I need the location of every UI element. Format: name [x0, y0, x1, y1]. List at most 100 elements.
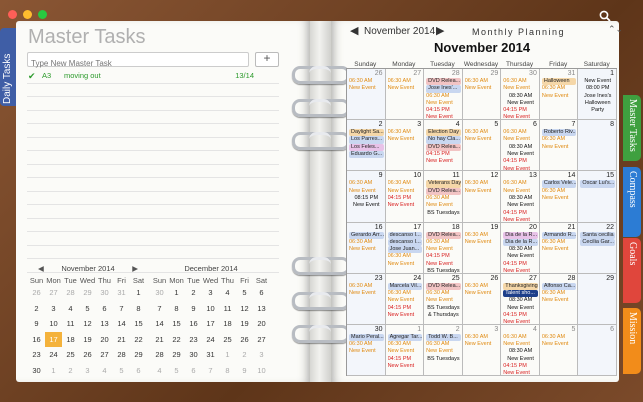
mini-day[interactable]: 26	[28, 285, 45, 301]
mini-day[interactable]: 7	[113, 301, 130, 317]
mini-day[interactable]: 1	[219, 347, 236, 363]
task-line[interactable]	[27, 84, 279, 97]
view-stepper-icon[interactable]: ⌃⌄	[608, 24, 623, 35]
mini-day[interactable]: 4	[151, 363, 168, 379]
day-cell[interactable]: 6	[578, 324, 617, 376]
task-line[interactable]	[27, 246, 279, 259]
event-chip[interactable]: Jose Ines'...	[426, 85, 461, 93]
mini-day[interactable]: 5	[236, 285, 253, 301]
mini-day[interactable]: 10	[202, 301, 219, 317]
event-entry[interactable]: 06:30 AM	[542, 239, 577, 246]
mini-day[interactable]: 27	[45, 285, 62, 301]
event-chip[interactable]: descanso I...	[387, 238, 423, 247]
mini-day[interactable]: 11	[219, 301, 236, 317]
tab-goals[interactable]: Goals	[623, 238, 641, 303]
mini-day[interactable]: 9	[28, 316, 45, 332]
event-entry[interactable]: 08:30 AM	[503, 297, 538, 304]
event-chip[interactable]: Gerardo Arr...	[349, 231, 384, 239]
mini-day[interactable]: 16	[185, 316, 202, 332]
event-entry[interactable]: New Event	[542, 297, 577, 304]
event-chip[interactable]: Daylight Sa...	[349, 129, 384, 137]
event-chip[interactable]: No hay Cla...	[426, 136, 461, 144]
event-entry[interactable]: 06:30 AM	[426, 341, 461, 348]
event-entry[interactable]: New Event	[465, 341, 500, 348]
event-entry[interactable]: New Event	[465, 290, 500, 297]
day-cell[interactable]: 19 06:30 AM New Event	[462, 222, 502, 274]
day-cell[interactable]: 27 Thanksgiving Talent sho... 08:30 AM New E…	[501, 273, 540, 325]
event-entry[interactable]: BS Tuesdays	[426, 305, 461, 312]
tab-mission[interactable]: Mission	[623, 308, 641, 374]
mini-day[interactable]: 2	[62, 363, 79, 379]
mini-day[interactable]: 8	[219, 363, 236, 379]
event-entry[interactable]: 04:15 PM	[426, 107, 461, 114]
mini-day[interactable]: 31	[202, 347, 219, 363]
event-entry[interactable]: 04:15 PM	[388, 195, 423, 202]
mini-day[interactable]: 23	[185, 332, 202, 348]
mini-day[interactable]: 26	[236, 332, 253, 348]
event-entry[interactable]: New Event	[503, 188, 538, 195]
task-row[interactable]: ✔ A3 moving out 13/14	[27, 70, 279, 84]
event-entry[interactable]: 06:30 AM	[542, 290, 577, 297]
event-entry[interactable]: 04:15 PM	[503, 107, 538, 114]
task-line[interactable]	[27, 205, 279, 219]
day-cell[interactable]: 11 Veterans Day DVD Relea... 06:30 AM New Ev…	[424, 171, 463, 223]
day-cell[interactable]: 2 Daylight Sa... Los Parres... Los Feles...…	[347, 120, 386, 172]
event-entry[interactable]: 06:30 AM	[388, 253, 423, 260]
day-cell[interactable]: 5 06:30 AM New Event	[539, 324, 579, 376]
mini-day[interactable]: 19	[79, 332, 96, 348]
mini-day[interactable]: 12	[236, 301, 253, 317]
event-chip[interactable]: Marcela Vil...	[387, 282, 423, 290]
event-entry[interactable]: New Event	[542, 341, 577, 348]
event-entry[interactable]: 06:30 AM	[388, 129, 423, 136]
event-entry[interactable]: 06:30 AM	[426, 239, 461, 246]
mini-day[interactable]: 4	[62, 301, 79, 317]
event-entry[interactable]: New Event	[503, 100, 538, 107]
view-selector[interactable]: Monthly Planning	[472, 27, 565, 37]
mini-day[interactable]: 20	[96, 332, 113, 348]
mini-day[interactable]: 2	[28, 301, 45, 317]
event-entry[interactable]: 06:30 AM	[465, 78, 500, 85]
event-chip[interactable]: Agregar Tar...	[387, 333, 423, 342]
event-entry[interactable]: New Event	[349, 85, 384, 92]
event-entry[interactable]: New Event	[503, 305, 538, 312]
day-cell[interactable]: 25 DVD Relea... 06:30 AM New Event BS Tuesda…	[424, 273, 463, 325]
prev-month-icon[interactable]: ◀	[350, 24, 358, 37]
add-task-button[interactable]: +	[255, 52, 279, 67]
event-entry[interactable]: 06:30 AM	[503, 129, 538, 136]
mini-day[interactable]: 1	[168, 285, 185, 301]
mini-day[interactable]: 24	[202, 332, 219, 348]
event-entry[interactable]: 08:30 AM	[503, 348, 538, 355]
day-cell[interactable]: 12 06:30 AM New Event	[462, 171, 502, 223]
event-chip[interactable]: DVD Relea...	[426, 187, 461, 195]
day-cell[interactable]: 30 Mario Peral... 06:30 AM New Event	[347, 324, 386, 376]
event-entry[interactable]: New Event	[503, 151, 538, 158]
event-chip[interactable]: Jose Juan...	[387, 246, 423, 254]
event-entry[interactable]: 04:15 PM	[503, 210, 538, 217]
mini-day[interactable]: 28	[151, 347, 168, 363]
mini-day[interactable]: 15	[168, 316, 185, 332]
mini-day[interactable]: 18	[219, 316, 236, 332]
event-chip[interactable]: Veterans Day	[426, 180, 461, 188]
day-cell[interactable]: 5 06:30 AM New Event	[462, 120, 502, 172]
new-task-field[interactable]	[27, 52, 249, 69]
event-entry[interactable]: 06:30 AM	[542, 136, 577, 143]
mini-day[interactable]: 24	[45, 347, 62, 363]
mini-day[interactable]: 1	[130, 285, 147, 301]
task-line[interactable]	[27, 97, 279, 111]
event-entry[interactable]: 06:30 AM	[349, 180, 384, 187]
event-entry[interactable]: New Event	[580, 78, 615, 85]
mini-day[interactable]: 21	[151, 332, 168, 348]
mini-day[interactable]: 3	[79, 363, 96, 379]
mini-day[interactable]: 26	[79, 347, 96, 363]
mini-day[interactable]: 10	[45, 316, 62, 332]
task-line[interactable]	[27, 111, 279, 124]
day-cell[interactable]: 22 Santa cecilia Cecilia Gar...	[578, 222, 617, 274]
event-entry[interactable]: 06:30 AM	[503, 334, 538, 341]
day-cell[interactable]: 20 Dia de la R... Dia de la R... 08:30 AM Ne…	[501, 222, 540, 274]
mini-day[interactable]: 5	[79, 301, 96, 317]
event-entry[interactable]: 06:30 AM	[388, 78, 423, 85]
day-cell[interactable]: 1 Agregar Tar... 06:30 AM New Event 04:15 PM…	[385, 324, 425, 376]
event-entry[interactable]: BS Tuesdays	[426, 210, 461, 217]
event-chip[interactable]: DVD Relea...	[426, 78, 461, 86]
day-cell[interactable]: 18 DVD Relea... 06:30 AM New Event 04:15 PM N…	[424, 222, 463, 274]
